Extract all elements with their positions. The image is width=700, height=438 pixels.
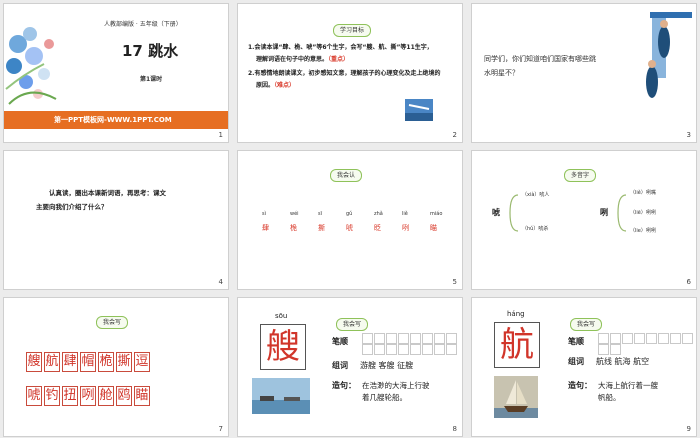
instruction-line-1: 认真读，圈出本课新词语，再思考：课文 [49, 189, 166, 197]
reading-2c: （lie）咧咧 [630, 228, 656, 234]
question-line-1: 同学们，你们知道咱们国家有哪些跳 [484, 55, 596, 63]
slide-8[interactable]: 我会写 sōu 艘 笔顺 组词 游艘 客艘 征艘 造句： 在浩渺的大海上行驶 着… [237, 297, 463, 437]
slide-number: 2 [452, 131, 457, 139]
footer-text: 第一PPT模板网-WWW.1PPT.COM [54, 116, 172, 124]
slide-number: 4 [218, 278, 223, 286]
slide-number: 7 [218, 425, 223, 433]
slide-number: 5 [452, 278, 457, 286]
stroke-order-boxes [362, 333, 458, 355]
slide-title: 17 跳水 [122, 42, 179, 60]
goal-2-line-1: 2.有感情地朗读课文，初步感知文意，理解孩子的心理变化及走上绝境的 [248, 70, 441, 77]
section-badge: 我会写 [96, 316, 129, 329]
char-pinyin: sōu [275, 312, 288, 320]
words-label: 组词 [332, 361, 348, 370]
reading-2a: （liě）咧嘴 [630, 190, 656, 196]
write-row-1: 艘航肆帽桅撕逗 [26, 350, 152, 372]
words-text: 航线 航海 航空 [596, 357, 650, 366]
slide-9[interactable]: 我会写 háng 航 笔顺 组词 航线 航海 航空 造句： 大海上航行着一艘 帆… [471, 297, 697, 437]
sentence-line-2: 帆船。 [598, 393, 621, 402]
stroke-order-label: 笔顺 [332, 337, 348, 346]
slide-3[interactable]: 同学们，你们知道咱们国家有哪些跳 水明星不？ 3 [471, 3, 697, 143]
sentence-line-1: 大海上航行着一艘 [598, 381, 658, 390]
slide-7[interactable]: 我会写 艘航肆帽桅撕逗 唬钓扭咧舱鸥瞄 7 [3, 297, 229, 437]
edition-label: 人教部编版 · 五年级（下册） [104, 21, 182, 28]
section-badge: 我会写 [336, 318, 369, 331]
stroke-order-boxes [598, 333, 694, 355]
polyphone-char-2: 咧 [600, 208, 608, 217]
diver-photo [405, 99, 433, 121]
slide-2[interactable]: 学习目标 1.会读本课“肆、桅、唬”等6个生字，会写“艘、航、撕”等11生字， … [237, 3, 463, 143]
big-character: 艘 [266, 327, 300, 367]
slide-4[interactable]: 认真读，圈出本课新词语，再思考：课文 主要向我们介绍了什么？ 4 [3, 150, 229, 290]
footer-bar: 第一PPT模板网-WWW.1PPT.COM [4, 111, 228, 129]
sentence-label: 造句： [332, 381, 356, 390]
slide-number: 3 [686, 131, 691, 139]
slide-number: 6 [686, 278, 691, 286]
ships-photo [252, 378, 310, 414]
write-row-2: 唬钓扭咧舱鸥瞄 [26, 384, 152, 406]
reading-1a: （xià）唬人 [522, 192, 550, 198]
slide-5[interactable]: 我会认 sì wéi sī gǔ zhǎ liě miáo 肆桅撕唬眨咧瞄 5 [237, 150, 463, 290]
big-character: 航 [500, 325, 534, 365]
section-badge: 学习目标 [333, 24, 372, 37]
reading-1b: （hǔ）唬杀 [522, 226, 549, 232]
section-badge: 我会认 [330, 169, 363, 182]
question-line-2: 水明星不？ [484, 69, 519, 77]
section-badge: 多音字 [564, 169, 597, 182]
goal-1-line-1: 1.会读本课“肆、桅、唬”等6个生字，会写“艘、航、撕”等11生字， [248, 44, 433, 51]
lesson-label: 第1课时 [140, 76, 163, 83]
sentence-line-1: 在浩渺的大海上行驶 [362, 381, 430, 390]
character-row: 肆桅撕唬眨咧瞄 [262, 224, 437, 232]
goal-2-line-2: 原因。（难点） [256, 82, 296, 89]
reading-2b: （liē）咧咧 [630, 210, 656, 216]
goal-1-line-2: 理解词语在句子中的意思。（重点） [256, 56, 350, 63]
flower-illustration [5, 27, 57, 105]
words-text: 游艘 客艘 征艘 [360, 361, 414, 370]
instruction-line-2: 主要向我们介绍了什么？ [36, 203, 108, 211]
char-box: 航 [494, 322, 540, 368]
polyphone-char-1: 唬 [492, 208, 500, 217]
words-label: 组词 [568, 357, 584, 366]
char-box: 艘 [260, 324, 306, 370]
slide-1[interactable]: 人教部编版 · 五年级（下册） 17 跳水 第1课时 第一PPT模板网-WWW.… [3, 3, 229, 143]
bracket-2 [617, 194, 627, 232]
slide-number: 9 [686, 425, 691, 433]
slide-number: 1 [218, 131, 223, 139]
bracket-1 [509, 194, 519, 232]
sentence-label: 造句： [568, 381, 592, 390]
sailing-ship-photo [494, 376, 538, 418]
slide-6[interactable]: 多音字 唬 （xià）唬人 （hǔ）唬杀 咧 （liě）咧嘴 （liē）咧咧 （… [471, 150, 697, 290]
slide-number: 8 [452, 425, 457, 433]
divers-photo [646, 12, 692, 98]
pinyin-row: sì wéi sī gǔ zhǎ liě miáo [262, 211, 443, 217]
section-badge: 我会写 [570, 318, 603, 331]
sentence-line-2: 着几艘轮船。 [362, 393, 407, 402]
char-pinyin: háng [507, 310, 525, 318]
stroke-order-label: 笔顺 [568, 337, 584, 346]
